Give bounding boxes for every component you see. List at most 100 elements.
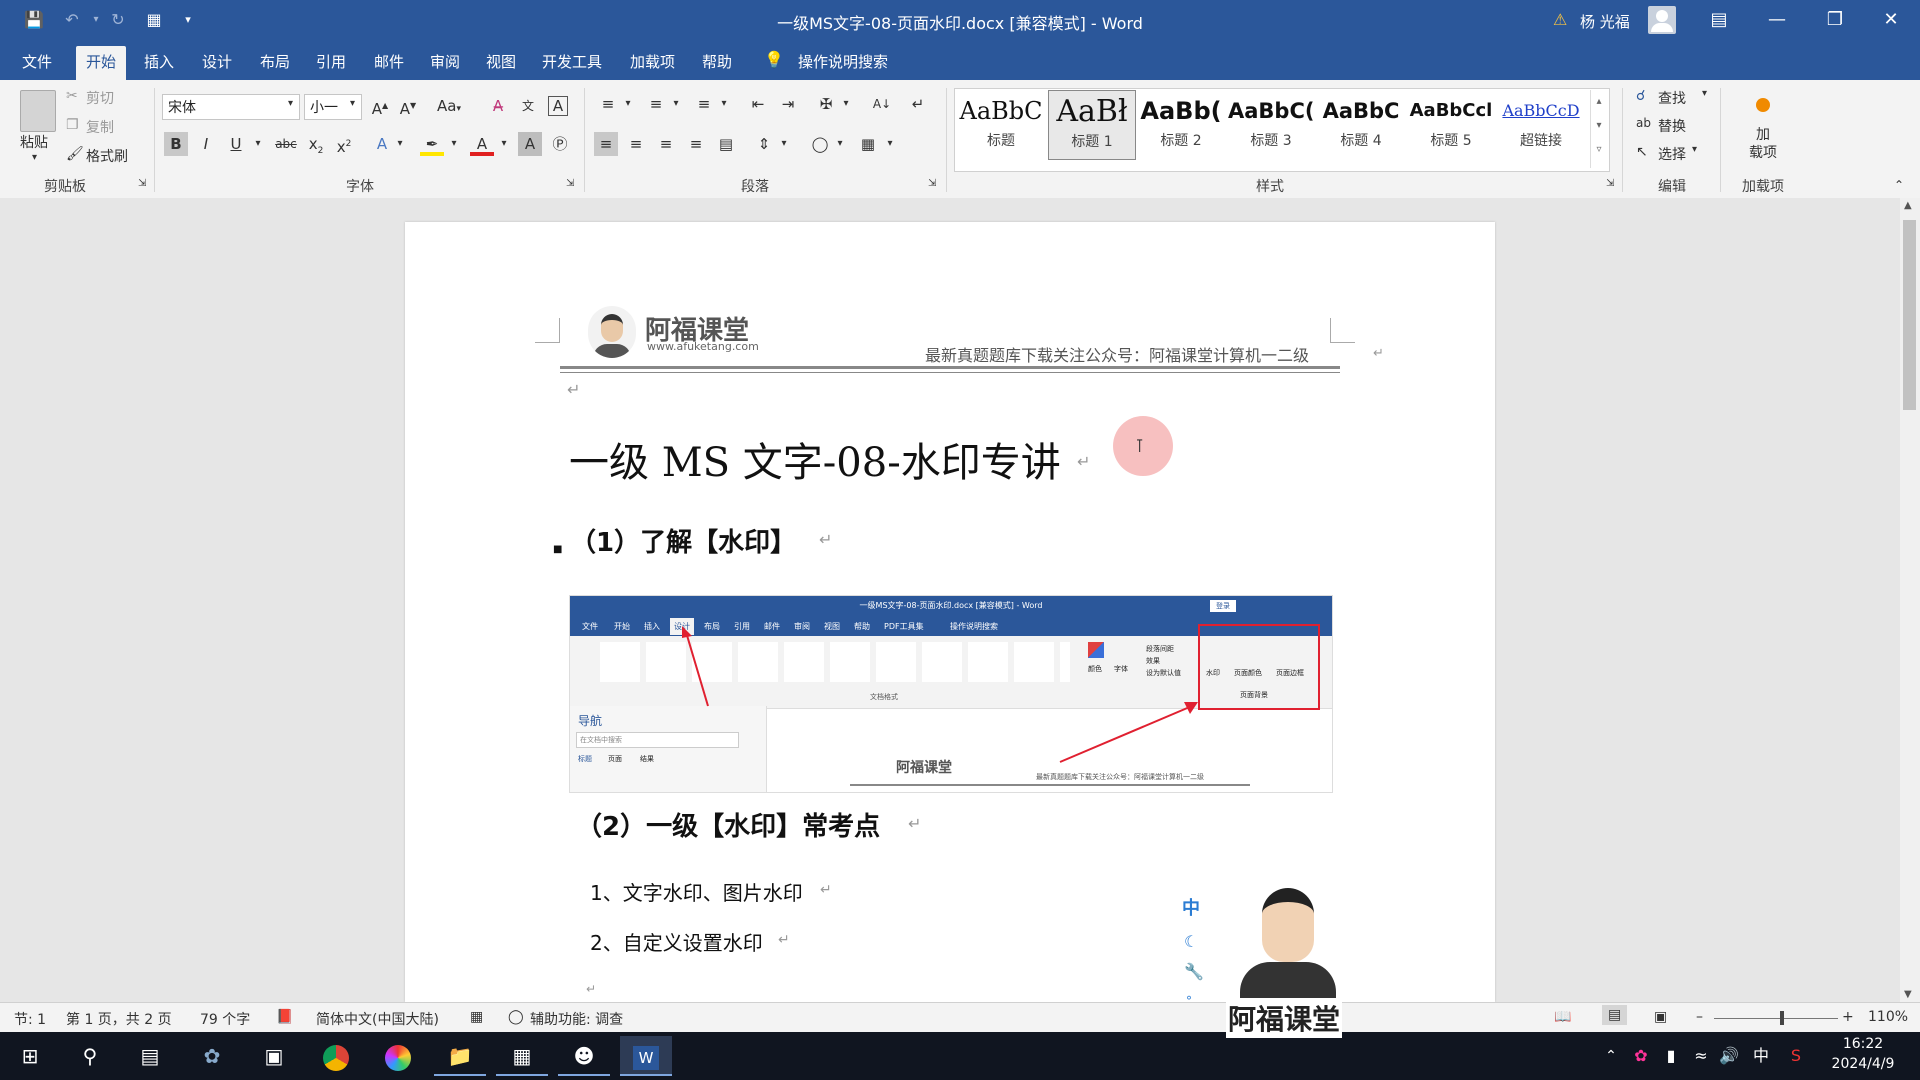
grow-font-icon[interactable]: A▲	[368, 94, 392, 118]
copy-icon[interactable]: ❐	[66, 117, 79, 133]
highlight-icon[interactable]: ✒	[420, 132, 444, 156]
section-heading-1[interactable]: （1）了解【水印】	[570, 522, 796, 559]
start-icon[interactable]: ⊞	[4, 1036, 56, 1076]
paste-dropdown-icon[interactable]: ▾	[32, 152, 37, 163]
app-screen-icon[interactable]: ▣	[248, 1036, 300, 1076]
font-color-icon[interactable]: A	[470, 132, 494, 156]
ime-wrench-icon[interactable]: 🔧	[1184, 962, 1204, 981]
addin-icon[interactable]	[1756, 98, 1770, 112]
highlight-dropdown-icon[interactable]: ▾	[442, 132, 466, 156]
file-explorer-icon[interactable]: 📁	[434, 1036, 486, 1076]
style-heading-2[interactable]: AaBb( 标题 2	[1138, 90, 1224, 158]
scroll-thumb[interactable]	[1903, 220, 1916, 410]
proofing-icon[interactable]: 📕	[276, 1009, 293, 1025]
read-mode-icon[interactable]: 📖	[1554, 1009, 1571, 1025]
print-layout-icon[interactable]: ▤	[1602, 1005, 1628, 1025]
tray-app-icon[interactable]: ✿	[1628, 1036, 1654, 1076]
superscript-icon[interactable]: x2	[332, 132, 356, 156]
user-name[interactable]: 杨 光福	[1580, 11, 1630, 32]
shading-dropdown-icon[interactable]: ▾	[828, 132, 852, 156]
bullets-dropdown-icon[interactable]: ▾	[616, 92, 640, 116]
change-case-button[interactable]: Aa▾	[432, 94, 466, 118]
clock-time[interactable]: 16:22	[1818, 1036, 1908, 1052]
ribbon-display-options-icon[interactable]: ▤	[1690, 0, 1748, 40]
tab-insert[interactable]: 插入	[134, 46, 184, 80]
avatar-app-icon[interactable]: ☻	[558, 1036, 610, 1076]
paragraph-launcher-icon[interactable]: ⇲	[928, 178, 936, 189]
volume-icon[interactable]: 🔊	[1716, 1036, 1742, 1076]
underline-icon[interactable]: U	[224, 132, 248, 156]
font-name-select[interactable]: 宋体	[162, 94, 300, 120]
distributed-icon[interactable]: ▤	[714, 132, 738, 156]
ime-moon-icon[interactable]: ☾	[1184, 932, 1198, 951]
color-wheel-app-icon[interactable]	[372, 1036, 424, 1076]
font-launcher-icon[interactable]: ⇲	[566, 178, 574, 189]
tab-layout[interactable]: 布局	[250, 46, 300, 80]
tab-home[interactable]: 开始	[76, 46, 127, 80]
shrink-font-icon[interactable]: A▼	[396, 94, 420, 118]
select-dropdown-icon[interactable]: ▾	[1692, 144, 1697, 155]
find-dropdown-icon[interactable]: ▾	[1702, 88, 1707, 99]
tab-help[interactable]: 帮助	[692, 46, 742, 80]
status-section[interactable]: 节: 1	[14, 1009, 46, 1029]
search-icon[interactable]: ⚲	[64, 1036, 116, 1076]
sort-icon[interactable]: A↓	[870, 92, 894, 116]
document-title[interactable]: 一级 MS 文字-08-水印专讲	[569, 430, 1061, 488]
scroll-down-icon[interactable]: ▼	[1904, 989, 1912, 1000]
addins-button[interactable]: 加 载项	[1738, 126, 1788, 162]
tab-file[interactable]: 文件	[12, 46, 62, 80]
format-painter-button[interactable]: 格式刷	[86, 146, 128, 166]
clear-formatting-icon[interactable]: A̶	[486, 94, 510, 118]
web-layout-icon[interactable]: ▣	[1654, 1009, 1667, 1025]
paste-icon[interactable]	[20, 90, 56, 132]
vertical-scrollbar[interactable]: ▲ ▼	[1900, 198, 1920, 1002]
zoom-slider[interactable]	[1714, 1018, 1838, 1019]
tray-chevron-icon[interactable]: ⌃	[1598, 1036, 1624, 1076]
underline-dropdown-icon[interactable]: ▾	[246, 132, 270, 156]
style-heading-4[interactable]: AaBbC 标题 4	[1318, 90, 1404, 158]
chrome-icon[interactable]	[310, 1036, 362, 1076]
scroll-up-icon[interactable]: ▲	[1904, 200, 1912, 211]
replace-icon[interactable]: ab	[1636, 116, 1651, 130]
word-taskbar-icon[interactable]: W	[620, 1036, 672, 1076]
select-icon[interactable]: ↖	[1636, 144, 1648, 160]
close-icon[interactable]: ✕	[1862, 0, 1920, 40]
tab-developer[interactable]: 开发工具	[532, 46, 612, 80]
enclose-characters-icon[interactable]: Ⓟ	[548, 132, 572, 156]
warning-icon[interactable]: ⚠	[1553, 10, 1567, 29]
character-shading-icon[interactable]: A	[518, 132, 542, 156]
format-painter-icon[interactable]: 🖌	[66, 146, 84, 162]
clock-date[interactable]: 2024/4/9	[1818, 1056, 1908, 1072]
paste-button[interactable]: 粘贴	[20, 132, 48, 152]
decrease-indent-icon[interactable]: ⇤	[746, 92, 770, 116]
macro-record-icon[interactable]: ▦	[470, 1009, 483, 1025]
collapse-ribbon-icon[interactable]: ⌃	[1894, 178, 1904, 192]
tab-references[interactable]: 引用	[306, 46, 356, 80]
find-icon[interactable]: ☌	[1636, 88, 1645, 104]
accessibility-icon[interactable]: ◯	[508, 1009, 524, 1025]
subscript-icon[interactable]: x2	[304, 132, 328, 156]
replace-button[interactable]: 替换	[1658, 116, 1686, 136]
tell-me-search[interactable]: 操作说明搜索	[788, 46, 898, 80]
clipboard-launcher-icon[interactable]: ⇲	[138, 178, 146, 189]
app-flower-icon[interactable]: ✿	[186, 1036, 238, 1076]
user-avatar[interactable]	[1648, 6, 1676, 34]
copy-button[interactable]: 复制	[86, 117, 114, 137]
tab-design[interactable]: 设计	[192, 46, 242, 80]
text-effects-dropdown-icon[interactable]: ▾	[388, 132, 412, 156]
header-text[interactable]: 最新真题题库下载关注公众号：阿福课堂计算机一二级	[925, 342, 1309, 366]
section-heading-2[interactable]: （2）一级【水印】常考点	[576, 806, 880, 843]
ime-chinese-icon[interactable]: 中	[1182, 894, 1200, 920]
multilevel-dropdown-icon[interactable]: ▾	[712, 92, 736, 116]
chinese-layout-dropdown-icon[interactable]: ▾	[834, 92, 858, 116]
style-hyperlink[interactable]: AaBbCcD 超链接	[1498, 90, 1584, 158]
phonetic-guide-icon[interactable]: 文	[516, 94, 540, 118]
status-words[interactable]: 79 个字	[200, 1009, 250, 1029]
photos-app-icon[interactable]: ▦	[496, 1036, 548, 1076]
styles-scroll[interactable]: ▴ ▾ ▿	[1590, 90, 1607, 168]
tray-s-icon[interactable]: S	[1782, 1036, 1810, 1076]
align-center-icon[interactable]: ≡	[624, 132, 648, 156]
list-item-2[interactable]: 2、自定义设置水印	[590, 927, 763, 956]
character-border-icon[interactable]: A	[548, 96, 568, 116]
zoom-out-icon[interactable]: –	[1696, 1009, 1703, 1025]
